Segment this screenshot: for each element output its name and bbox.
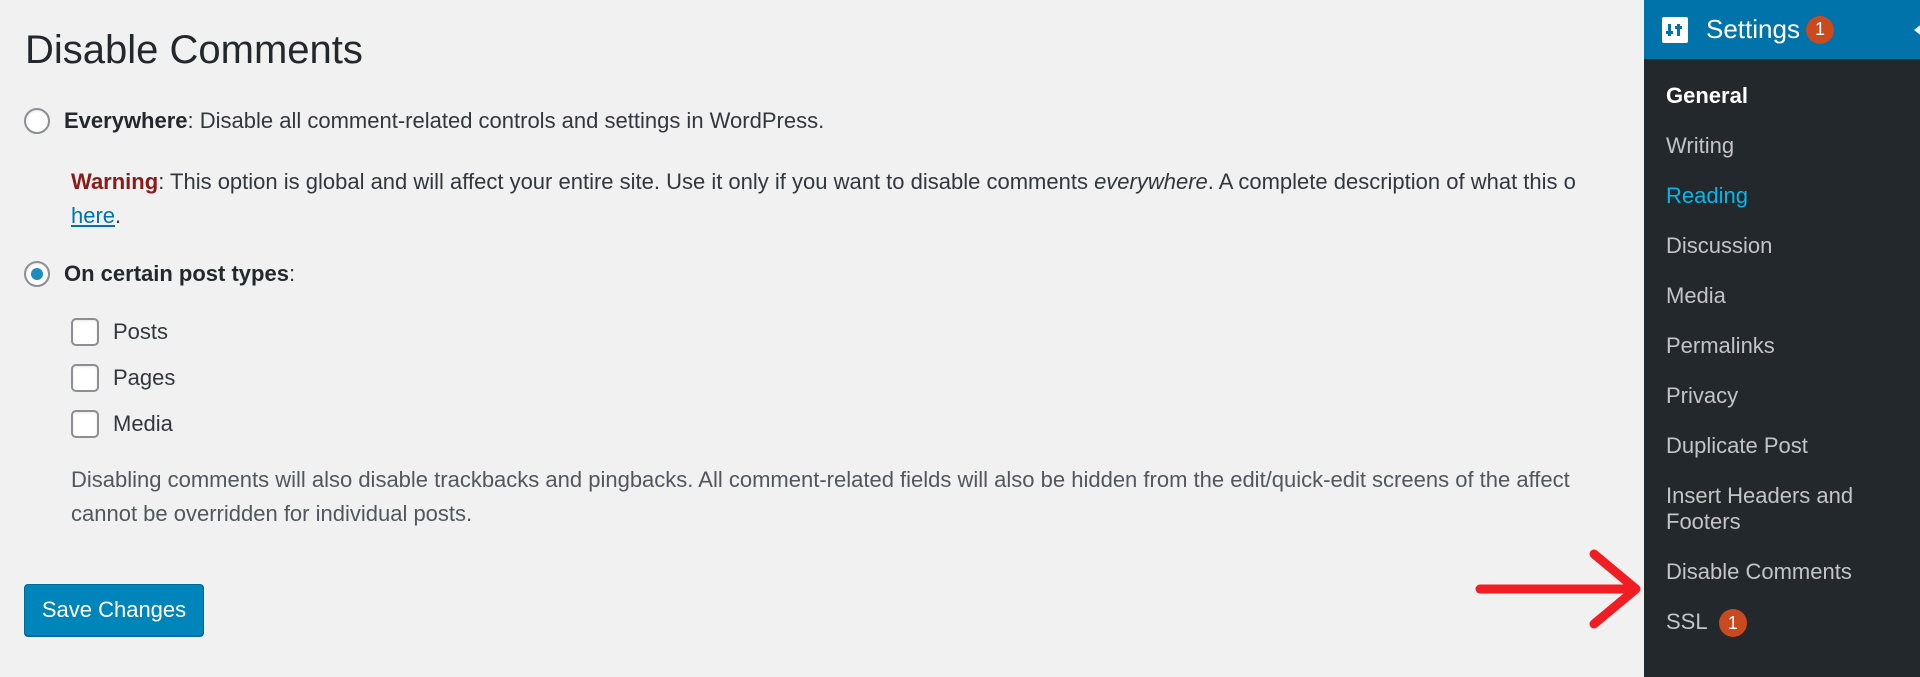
- settings-menu-label: Settings: [1706, 14, 1800, 44]
- note-line-1: Disabling comments will also disable tra…: [71, 467, 1570, 492]
- current-menu-caret-icon: [1914, 22, 1920, 38]
- warning-emphasis: everywhere: [1094, 169, 1208, 194]
- media-checkbox[interactable]: [71, 410, 99, 438]
- everywhere-description: : Disable all comment-related controls a…: [187, 108, 825, 133]
- settings-update-badge: 1: [1805, 15, 1834, 44]
- sidebar-item-permalinks[interactable]: Permalinks: [1644, 321, 1920, 371]
- certain-post-types-radio[interactable]: [24, 261, 50, 287]
- checkbox-row-posts[interactable]: Posts: [71, 318, 168, 346]
- certain-post-types-label: On certain post types: [64, 261, 289, 286]
- sidebar-item-media[interactable]: Media: [1644, 271, 1920, 321]
- ssl-update-badge: 1: [1718, 609, 1747, 637]
- settings-icon: [1662, 16, 1688, 43]
- warning-text-before: : This option is global and will affect …: [158, 169, 1095, 194]
- pages-checkbox[interactable]: [71, 364, 99, 392]
- posts-checkbox[interactable]: [71, 318, 99, 346]
- post-types-note: Disabling comments will also disable tra…: [71, 463, 1570, 531]
- save-changes-button[interactable]: Save Changes: [24, 584, 204, 636]
- page-title: Disable Comments: [25, 28, 363, 72]
- sidebar-item-duplicate-post[interactable]: Duplicate Post: [1644, 421, 1920, 471]
- option-everywhere[interactable]: Everywhere: Disable all comment-related …: [24, 108, 824, 134]
- sidebar-item-ssl-label: SSL: [1666, 609, 1707, 634]
- pages-label: Pages: [113, 365, 176, 390]
- radio-selected-dot: [31, 268, 43, 280]
- settings-submenu: General Writing Reading Discussion Media…: [1644, 59, 1920, 649]
- sidebar-item-general[interactable]: General: [1644, 71, 1920, 121]
- sidebar-item-ssl[interactable]: SSL 1: [1644, 597, 1920, 649]
- sidebar-item-writing[interactable]: Writing: [1644, 121, 1920, 171]
- checkbox-row-media[interactable]: Media: [71, 410, 173, 438]
- posts-label: Posts: [113, 319, 169, 344]
- warning-link[interactable]: here: [71, 203, 115, 228]
- admin-sidebar: Settings 1 General Writing Reading Discu…: [1644, 0, 1920, 677]
- annotation-arrow-icon: [1475, 549, 1641, 629]
- main-content: Disable Comments Everywhere: Disable all…: [0, 0, 1644, 677]
- checkbox-row-pages[interactable]: Pages: [71, 364, 175, 392]
- media-label: Media: [113, 411, 173, 436]
- sidebar-item-insert-headers-and-footers[interactable]: Insert Headers and Footers: [1644, 471, 1920, 547]
- sidebar-item-discussion[interactable]: Discussion: [1644, 221, 1920, 271]
- warning-link-suffix: .: [115, 203, 122, 228]
- warning-label: Warning: [71, 169, 159, 194]
- settings-menu-header[interactable]: Settings 1: [1644, 0, 1920, 59]
- warning-message: Warning: This option is global and will …: [71, 165, 1576, 233]
- everywhere-label: Everywhere: [64, 108, 188, 133]
- everywhere-radio[interactable]: [24, 108, 50, 134]
- certain-post-types-suffix: :: [288, 261, 296, 286]
- sidebar-item-disable-comments[interactable]: Disable Comments: [1644, 547, 1920, 597]
- sidebar-item-privacy[interactable]: Privacy: [1644, 371, 1920, 421]
- note-line-2: cannot be overridden for individual post…: [71, 501, 473, 526]
- sidebar-item-reading[interactable]: Reading: [1644, 171, 1920, 221]
- warning-text-after: . A complete description of what this o: [1207, 169, 1576, 194]
- option-certain-post-types[interactable]: On certain post types:: [24, 261, 295, 287]
